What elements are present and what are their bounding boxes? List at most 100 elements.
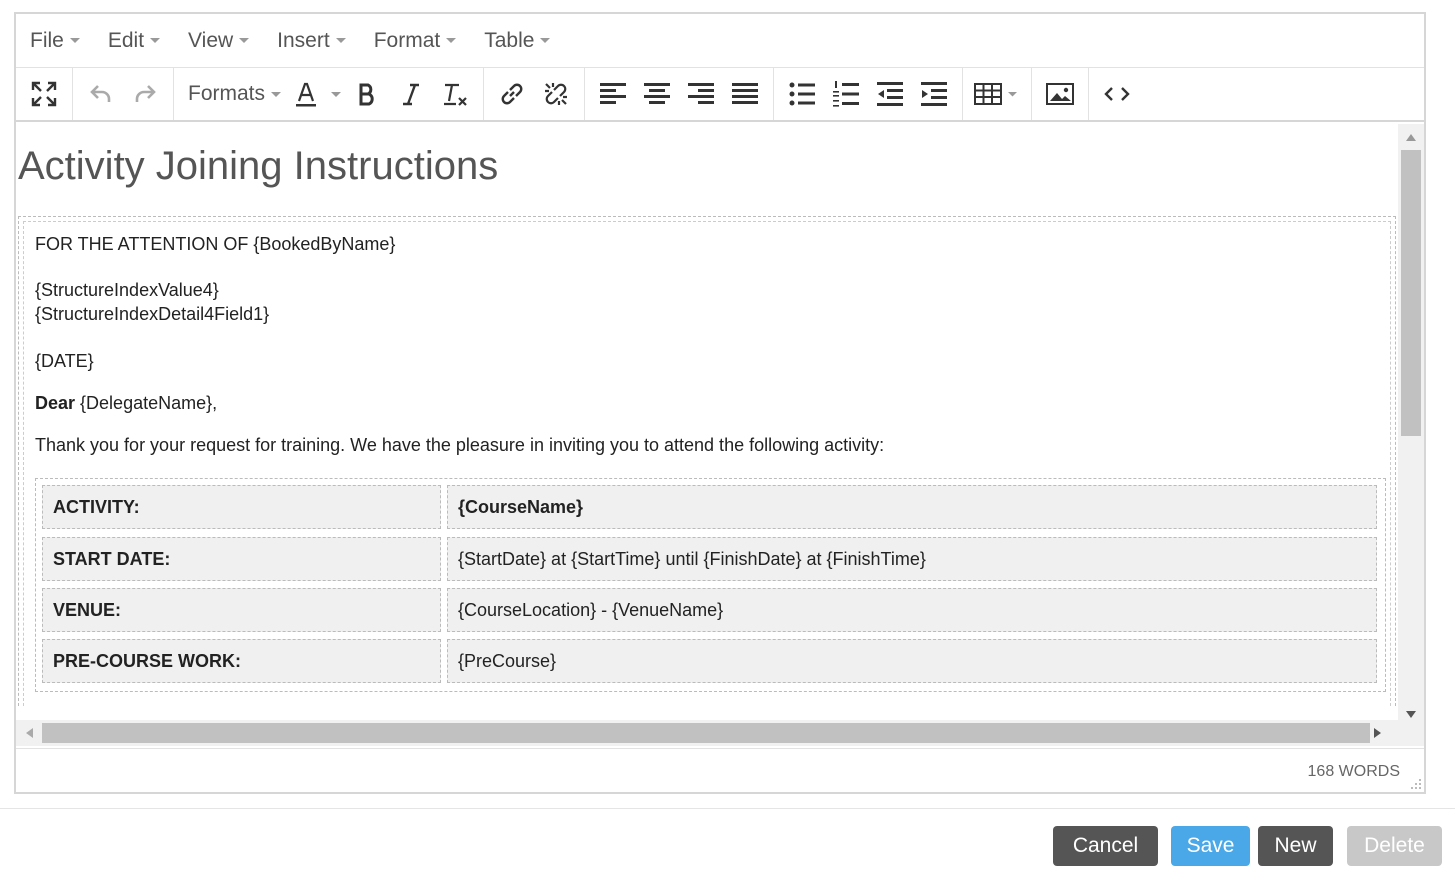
menu-edit[interactable]: Edit: [108, 29, 161, 53]
document-body-inner: FOR THE ATTENTION OF {BookedByName} {Str…: [23, 221, 1391, 706]
bold-icon: [359, 83, 374, 106]
source-code-icon: [1104, 87, 1130, 101]
table-cell-label: ACTIVITY:: [42, 485, 441, 529]
align-center-icon: [644, 83, 671, 104]
structure-detail-line: {StructureIndexDetail4Field1}: [35, 304, 270, 324]
table-cell-value: {StartDate} at {StartTime} until {Finish…: [447, 537, 1377, 581]
table-cell-label: PRE-COURSE WORK:: [42, 639, 441, 683]
greeting-bold: Dear: [35, 393, 76, 413]
scroll-left-arrow-icon[interactable]: [26, 728, 33, 738]
unlink-button[interactable]: [534, 72, 578, 116]
toolbar-group-media: [1032, 68, 1090, 120]
menu-view[interactable]: View: [188, 29, 250, 53]
bullet-list-button[interactable]: [780, 72, 824, 116]
bullet-list-icon: [789, 82, 816, 106]
table-button[interactable]: [969, 72, 1025, 116]
text-color-icon: [296, 82, 342, 107]
menu-file[interactable]: File: [30, 29, 80, 53]
table-cell-label: START DATE:: [42, 537, 441, 581]
cancel-button[interactable]: Cancel: [1053, 826, 1158, 866]
undo-icon: [90, 85, 111, 102]
fullscreen-icon: [31, 81, 57, 107]
outdent-button[interactable]: [868, 72, 912, 116]
align-center-button[interactable]: [635, 72, 679, 116]
numbered-list-icon: [833, 81, 860, 107]
toolbar: Formats: [16, 68, 1424, 122]
fullscreen-button[interactable]: [22, 72, 66, 116]
activity-table: ACTIVITY: {CourseName} START DATE: {Star…: [35, 478, 1386, 692]
unlink-icon: [545, 83, 568, 105]
date-line: {DATE}: [35, 351, 94, 371]
caret-down-icon: [150, 38, 161, 43]
menu-table[interactable]: Table: [484, 29, 551, 53]
clear-formatting-button[interactable]: [433, 72, 477, 116]
delete-button[interactable]: Delete: [1347, 826, 1442, 866]
caret-down-icon: [335, 38, 346, 43]
scroll-up-arrow-icon[interactable]: [1406, 134, 1416, 141]
status-bar: 168 WORDS: [16, 748, 1424, 792]
caret-down-icon: [540, 38, 551, 43]
structure-value-line: {StructureIndexValue4}: [35, 280, 219, 300]
intro-line: Thank you for your request for training.…: [35, 435, 885, 455]
align-right-button[interactable]: [679, 72, 723, 116]
rich-text-editor: File Edit View Insert Format Table Forma…: [14, 12, 1426, 794]
indent-icon: [921, 82, 948, 106]
editor-content[interactable]: Activity Joining Instructions FOR THE AT…: [16, 124, 1396, 706]
horizontal-scroll-thumb[interactable]: [42, 723, 1370, 743]
caret-down-icon: [69, 38, 80, 43]
justify-button[interactable]: [723, 72, 767, 116]
menu-insert[interactable]: Insert: [277, 29, 346, 53]
attention-line: FOR THE ATTENTION OF {BookedByName}: [35, 234, 396, 254]
toolbar-group-align: [585, 68, 775, 120]
toolbar-group-links: [484, 68, 586, 120]
italic-icon: [403, 83, 420, 106]
vertical-scroll-thumb[interactable]: [1401, 150, 1421, 436]
caret-down-icon: [239, 38, 250, 43]
toolbar-group-view: [16, 68, 73, 120]
bold-button[interactable]: [345, 72, 389, 116]
redo-button[interactable]: [123, 72, 167, 116]
vertical-scrollbar[interactable]: [1398, 124, 1424, 720]
caret-down-icon: [446, 38, 457, 43]
formats-dropdown[interactable]: Formats: [180, 72, 289, 116]
table-icon: [974, 83, 1018, 105]
link-button[interactable]: [490, 72, 534, 116]
document-body: FOR THE ATTENTION OF {BookedByName} {Str…: [18, 216, 1396, 706]
table-cell-value: {PreCourse}: [447, 639, 1377, 683]
table-cell-label: VENUE:: [42, 588, 441, 632]
toolbar-group-lists: [774, 68, 964, 120]
justify-icon: [732, 83, 759, 104]
redo-icon: [135, 85, 156, 102]
greeting-line: Dear {DelegateName},: [35, 393, 217, 414]
toolbar-group-text: Formats: [174, 68, 485, 120]
outdent-icon: [877, 82, 904, 106]
align-left-button[interactable]: [591, 72, 635, 116]
align-left-icon: [600, 83, 627, 104]
clear-formatting-icon: [444, 83, 467, 106]
table-cell-value: {CourseLocation} - {VenueName}: [447, 588, 1377, 632]
italic-button[interactable]: [389, 72, 433, 116]
link-icon: [501, 83, 523, 105]
image-button[interactable]: [1038, 72, 1082, 116]
save-button[interactable]: Save: [1171, 826, 1250, 866]
text-color-button[interactable]: [289, 72, 345, 116]
numbered-list-button[interactable]: [824, 72, 868, 116]
image-icon: [1046, 83, 1075, 105]
horizontal-scrollbar[interactable]: [16, 720, 1424, 746]
source-code-button[interactable]: [1095, 72, 1139, 116]
resize-grip-icon[interactable]: [1408, 776, 1422, 790]
scroll-right-arrow-icon[interactable]: [1374, 728, 1381, 738]
new-button[interactable]: New: [1258, 826, 1333, 866]
toolbar-group-table: [963, 68, 1033, 120]
toolbar-group-history: [73, 68, 174, 120]
scroll-down-arrow-icon[interactable]: [1406, 711, 1416, 718]
greeting-name: {DelegateName},: [75, 393, 218, 413]
document-title: Activity Joining Instructions: [18, 144, 499, 188]
undo-button[interactable]: [79, 72, 123, 116]
indent-button[interactable]: [912, 72, 956, 116]
caret-down-icon: [271, 91, 282, 97]
table-cell-value: {CourseName}: [447, 485, 1377, 529]
menu-format[interactable]: Format: [374, 29, 457, 53]
align-right-icon: [688, 83, 715, 104]
menu-bar: File Edit View Insert Format Table: [16, 14, 1424, 68]
